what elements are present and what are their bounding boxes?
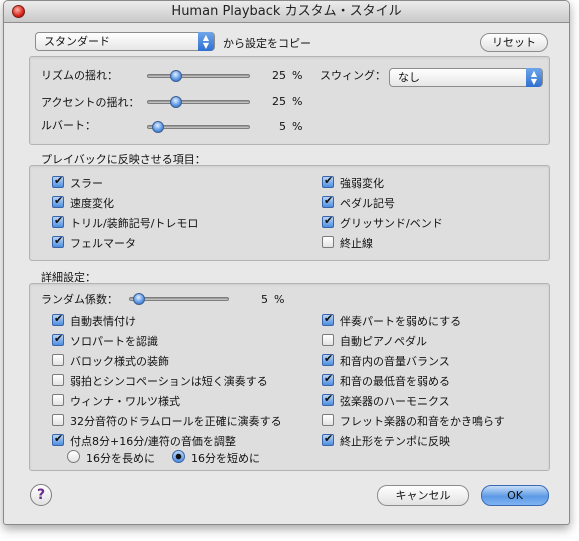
checkbox-label: ソロパートを認識	[70, 335, 158, 348]
unit-random: %	[274, 293, 285, 306]
cancel-button[interactable]: キャンセル	[377, 485, 469, 506]
checkbox-label: トリル/装飾記号/トレモロ	[70, 217, 199, 230]
dialog-window: Human Playback カスタム・スタイル スタンダード ▲ ▼ から設定を…	[3, 0, 570, 525]
checkbox-label: 付点8分+16分/連符の音価を調整	[70, 435, 236, 448]
checkbox-label: ウィンナ・ワルツ様式	[70, 395, 180, 408]
checkbox[interactable]	[322, 352, 334, 366]
slider-label-rubato: ルバート：	[41, 119, 96, 132]
checkbox[interactable]	[52, 174, 64, 188]
checkbox-label: バロック様式の装飾	[70, 355, 169, 368]
value-accent: 25	[272, 95, 286, 108]
checkbox[interactable]	[322, 414, 334, 426]
checkbox-label: ペダル記号	[340, 197, 395, 210]
swing-popup[interactable]: なし ▲ ▼	[389, 68, 543, 87]
checkbox-label: 終止形をテンポに反映	[340, 435, 450, 448]
checkbox-label: 伴奏パートを弱めにする	[340, 315, 462, 328]
checkbox-label: 和音内の音量バランス	[340, 355, 450, 368]
checkbox[interactable]	[52, 194, 64, 208]
checkbox-label: 速度変化	[70, 197, 114, 210]
checkbox[interactable]	[52, 234, 64, 248]
checkbox-label: 自動ピアノペダル	[340, 335, 428, 348]
checkbox-label: フレット楽器の和音をかき鳴らす	[340, 415, 505, 428]
checkbox[interactable]	[322, 174, 334, 188]
checkbox[interactable]	[52, 374, 64, 386]
help-button[interactable]: ?	[30, 484, 52, 506]
checkbox[interactable]	[322, 372, 334, 386]
close-button[interactable]	[12, 5, 25, 18]
ok-button[interactable]: OK	[481, 485, 549, 506]
swing-label: スウィング：	[320, 69, 386, 82]
checkbox[interactable]	[52, 394, 64, 406]
window-title: Human Playback カスタム・スタイル	[171, 4, 402, 19]
checkbox[interactable]	[322, 334, 334, 346]
checkbox[interactable]	[322, 214, 334, 228]
checkbox[interactable]	[52, 214, 64, 228]
checkbox-label: グリッサンド/ベンド	[340, 217, 443, 230]
value-rubato: 5	[279, 120, 286, 133]
checkbox-label: 強弱変化	[340, 177, 384, 190]
preset-value: スタンダード	[44, 35, 110, 48]
radio-label-longer: 16分を長めに	[86, 452, 155, 465]
preset-popup[interactable]: スタンダード ▲ ▼	[35, 32, 215, 51]
radio-sixteenth-longer[interactable]	[67, 450, 80, 463]
checkbox[interactable]	[52, 414, 64, 426]
slider-accent[interactable]	[147, 100, 250, 104]
unit-accent: %	[292, 95, 303, 108]
checkbox-label: 弱拍とシンコペーションは短く演奏する	[70, 375, 268, 388]
radio-sixteenth-shorter[interactable]	[172, 450, 185, 463]
popup-arrow-icon: ▲ ▼	[198, 32, 214, 51]
checkbox[interactable]	[322, 236, 334, 248]
slider-knob-rubato[interactable]	[151, 121, 164, 133]
slider-rhythm[interactable]	[147, 74, 250, 78]
slider-label-accent: アクセントの揺れ：	[41, 96, 140, 109]
value-random: 5	[261, 293, 268, 306]
checkbox-label: 自動表情付け	[70, 315, 136, 328]
unit-rhythm: %	[292, 69, 303, 82]
checkbox-label: 終止線	[340, 237, 373, 250]
checkbox[interactable]	[322, 312, 334, 326]
checkbox[interactable]	[52, 332, 64, 346]
reset-button[interactable]: リセット	[480, 33, 548, 52]
slider-label-rhythm: リズムの揺れ：	[41, 69, 118, 82]
popup-arrow-icon: ▲ ▼	[526, 68, 542, 87]
checkbox[interactable]	[52, 354, 64, 366]
unit-rubato: %	[292, 120, 303, 133]
value-rhythm: 25	[272, 69, 286, 82]
checkbox-label: 32分音符のドラムロールを正確に演奏する	[70, 415, 282, 428]
checkbox-label: 和音の最低音を弱める	[340, 375, 450, 388]
checkbox-label: 弦楽器のハーモニクス	[340, 395, 450, 408]
checkbox-label: スラー	[70, 177, 103, 190]
checkbox[interactable]	[52, 432, 64, 446]
swing-value: なし	[398, 71, 420, 84]
random-label: ランダム係数：	[41, 293, 118, 306]
checkbox[interactable]	[52, 312, 64, 326]
checkbox-label: フェルマータ	[70, 237, 136, 250]
slider-knob-accent[interactable]	[169, 96, 182, 108]
checkbox[interactable]	[322, 194, 334, 208]
slider-knob-rhythm[interactable]	[169, 70, 182, 82]
checkbox[interactable]	[322, 392, 334, 406]
checkbox[interactable]	[322, 432, 334, 446]
copy-label: から設定をコピー	[223, 37, 311, 50]
title-bar: Human Playback カスタム・スタイル	[4, 1, 569, 23]
radio-label-shorter: 16分を短めに	[191, 452, 260, 465]
